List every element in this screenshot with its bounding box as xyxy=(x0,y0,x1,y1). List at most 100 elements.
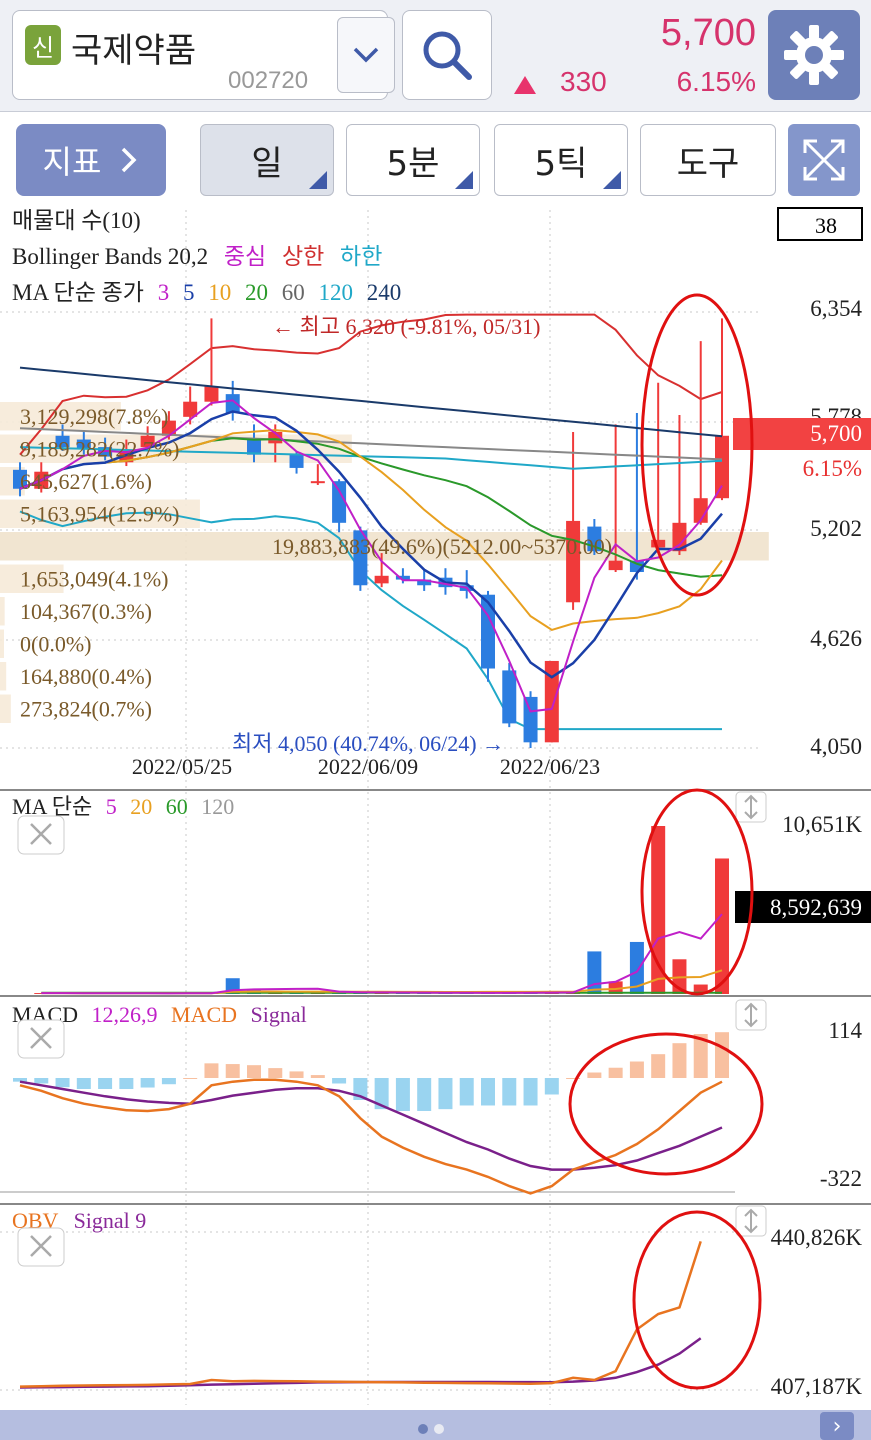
chevron-down-icon xyxy=(353,47,379,63)
y-tick: 5,202 xyxy=(810,516,862,541)
obv-max-label: 440,826K xyxy=(771,1225,863,1250)
tools-label: 도구 xyxy=(676,143,740,184)
macd-histogram-bar xyxy=(332,1078,347,1084)
ma-legend: MA 단순 종가 3 5 10 20 60 120 240 xyxy=(12,280,401,305)
macd-signal-label: Signal xyxy=(251,1002,307,1027)
annotation-ellipses xyxy=(568,293,764,1390)
fullscreen-button[interactable] xyxy=(788,124,860,196)
obv-close-button[interactable] xyxy=(17,1227,65,1267)
bb-upper-label: 상한 xyxy=(282,244,324,269)
macd-histogram-bar xyxy=(13,1078,27,1082)
volume-profile-label: 3,129,298(7.8%) xyxy=(20,404,168,429)
volume-profile-label: 매물대 수(10) xyxy=(12,208,141,233)
current-price-label: 5,700 xyxy=(810,421,862,446)
macd-histogram-bar xyxy=(140,1078,155,1088)
macd-histogram-bar xyxy=(76,1078,91,1089)
macd-histogram-bar xyxy=(289,1071,304,1078)
volume-profile-bar xyxy=(0,597,5,626)
current-price: 5,700 xyxy=(660,12,756,54)
volume-profile-label: 19,883,883(49.6%)(5212.00~5370.00) xyxy=(272,534,612,559)
stock-name: 국제약품 xyxy=(71,31,197,71)
bb-lower-label: 하한 xyxy=(340,244,382,269)
macd-histogram-bar xyxy=(119,1078,134,1089)
macd-histogram-bar xyxy=(672,1043,687,1078)
volume-profile-label: 0(0.0%) xyxy=(20,632,91,657)
volume-profile-label: 273,824(0.7%) xyxy=(20,697,152,722)
corner-triangle-icon xyxy=(455,171,473,189)
volume-close-button[interactable] xyxy=(17,815,65,855)
credit-badge: 신 xyxy=(25,25,61,65)
next-page-button[interactable]: › xyxy=(820,1412,854,1440)
stock-dropdown-button[interactable] xyxy=(337,17,395,93)
volume-legend: MA 단순 5 20 60 120 xyxy=(12,794,234,819)
candle-body xyxy=(332,481,347,523)
period-5tick-button[interactable]: 5틱 xyxy=(494,124,628,196)
volume-resize-handle[interactable] xyxy=(735,791,767,823)
macd-histogram-bar xyxy=(310,1075,325,1078)
volume-profile-count: 38 xyxy=(815,213,837,238)
macd-histogram-bar xyxy=(417,1078,432,1111)
macd-histogram-bar xyxy=(587,1072,602,1078)
corner-triangle-icon xyxy=(603,171,621,189)
stock-selector[interactable]: 신 국제약품 002720 xyxy=(12,10,395,100)
macd-histogram-bar xyxy=(629,1061,644,1078)
settings-button[interactable] xyxy=(768,10,860,100)
macd-histogram-bar xyxy=(55,1078,70,1088)
y-tick: 4,050 xyxy=(810,734,862,759)
macd-histogram-bar xyxy=(161,1078,176,1085)
tools-button[interactable]: 도구 xyxy=(640,124,776,196)
volume-bar xyxy=(715,858,729,994)
macd-params: 12,26,9 xyxy=(92,1002,158,1027)
macd-histogram-bar xyxy=(247,1065,261,1078)
volume-bar xyxy=(651,826,666,994)
panel-separators xyxy=(0,789,871,1205)
volume-profile-label: 9,189,282(22.7%) xyxy=(20,437,179,462)
bb-label: Bollinger Bands 20,2 xyxy=(12,244,208,269)
price-change-pct: 6.15% xyxy=(676,66,756,97)
stock-chart[interactable]: 3,129,298(7.8%) 9,189,282(22.7%) 645,627(1… xyxy=(0,205,871,1410)
candle-body xyxy=(608,560,623,571)
ma-20-label: 20 xyxy=(245,280,268,305)
volume-profile-label: 645,627(1.6%) xyxy=(20,469,152,494)
date-label: 2022/05/25 xyxy=(132,754,232,779)
macd-resize-handle[interactable] xyxy=(735,999,767,1031)
vol-ma-20-label: 20 xyxy=(130,794,152,819)
date-axis: 2022/05/25 2022/06/09 2022/06/23 xyxy=(132,754,600,779)
period-5min-button[interactable]: 5분 xyxy=(346,124,480,196)
page-dot[interactable] xyxy=(434,1424,444,1434)
macd-line xyxy=(19,1078,723,1195)
indicator-button[interactable]: 지표 xyxy=(16,124,166,196)
ma-3-label: 3 xyxy=(158,280,170,305)
ma-10-label: 10 xyxy=(208,280,231,305)
macd-histogram-bar xyxy=(608,1067,623,1078)
obv-resize-handle[interactable] xyxy=(735,1205,767,1237)
macd-histogram-bar xyxy=(225,1064,240,1078)
macd-histogram-bar xyxy=(459,1078,474,1106)
macd-histogram-bar xyxy=(523,1078,538,1106)
obv-min-label: 407,187K xyxy=(771,1374,863,1399)
volume-profile-label: 5,163,954(12.9%) xyxy=(20,502,179,527)
volume-current-label: 8,592,639 xyxy=(770,895,862,920)
macd-histogram-bar xyxy=(204,1063,219,1078)
macd-close-button[interactable] xyxy=(17,1019,65,1059)
obv-line xyxy=(19,1241,702,1388)
gear-icon xyxy=(784,25,844,85)
page-dot-active[interactable] xyxy=(418,1424,428,1434)
indicator-label: 지표 xyxy=(42,143,102,181)
candle-body xyxy=(481,594,495,669)
volume-bar xyxy=(587,951,602,994)
period-day-button[interactable]: 일 xyxy=(200,124,334,196)
macd-min-label: -322 xyxy=(820,1166,862,1191)
candle-body xyxy=(204,386,219,402)
price-change: 330 xyxy=(560,66,607,97)
obv-signal-label: Signal 9 xyxy=(74,1208,147,1233)
search-icon xyxy=(423,31,472,80)
ma-60-label: 60 xyxy=(282,280,305,305)
chevron-right-icon: › xyxy=(832,1413,842,1439)
macd-histogram-bar xyxy=(715,1032,729,1078)
search-button[interactable] xyxy=(402,10,492,100)
ma-120-label: 120 xyxy=(318,280,353,305)
up-arrow-icon xyxy=(514,76,536,94)
macd-histogram-bar xyxy=(98,1078,113,1089)
bb-legend: Bollinger Bands 20,2 중심 상한 하한 xyxy=(12,244,382,269)
